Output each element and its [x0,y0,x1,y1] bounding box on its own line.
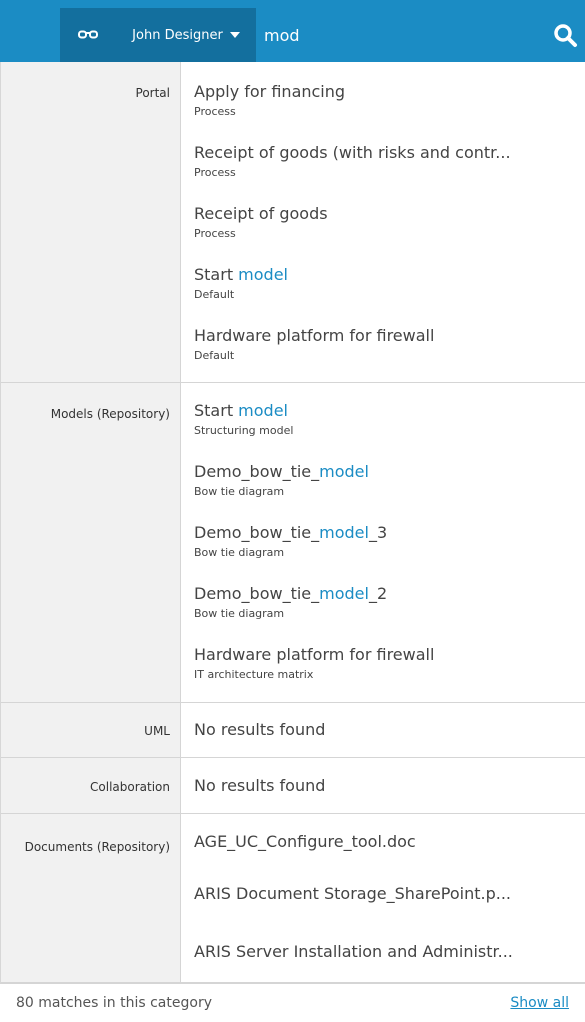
result-type: Process [194,105,236,118]
user-menu-button[interactable]: John Designer [116,8,256,62]
category-label: Documents (Repository) [24,840,170,854]
result-title: Receipt of goods [194,204,328,223]
result-type: Default [194,288,235,301]
result-type: Structuring model [194,424,294,437]
caret-down-icon [229,32,240,38]
show-all-link[interactable]: Show all [510,995,569,1011]
result-item[interactable]: ARIS Server Installation and Administr..… [194,942,579,962]
result-title: Demo_bow_tie_model [194,462,369,481]
view-mode-button[interactable] [60,8,116,62]
category-label: Collaboration [90,780,170,794]
result-item[interactable]: ARIS Document Storage_SharePoint.p... [194,884,579,904]
category-portal: Portal Apply for financing Process Recei… [1,62,585,383]
result-type: Bow tie diagram [194,546,285,559]
result-title: Start model [194,265,288,284]
result-item[interactable]: Hardware platform for firewall Default [194,326,579,363]
result-title: Demo_bow_tie_model_2 [194,584,388,603]
category-results: Apply for financing Process Receipt of g… [180,62,585,382]
glasses-icon [78,30,98,39]
category-results: No results found [180,703,585,757]
results-footer: 80 matches in this category Show all [0,983,585,1022]
result-title: Hardware platform for firewall [194,326,435,345]
category-collaboration: Collaboration No results found [1,758,585,814]
search-input[interactable] [258,8,550,62]
result-title: ARIS Server Installation and Administr..… [194,942,513,961]
result-type: IT architecture matrix [194,668,314,681]
result-item[interactable]: AGE_UC_Configure_tool.doc [194,832,579,852]
result-type: Process [194,166,236,179]
search-header: John Designer [0,0,585,62]
search-results-panel: Portal Apply for financing Process Recei… [0,62,585,1021]
category-label: Models (Repository) [50,407,170,421]
category-results: No results found [180,758,585,813]
match-count: 80 matches in this category [16,995,212,1011]
result-item[interactable]: Start model Default [194,265,579,302]
no-results-message: No results found [194,776,326,795]
result-title: Apply for financing [194,82,346,101]
result-item[interactable]: Demo_bow_tie_model_3 Bow tie diagram [194,523,579,560]
search-icon[interactable] [552,22,578,48]
user-name: John Designer [132,27,223,43]
category-models-repository: Models (Repository) Start model Structur… [1,383,585,703]
result-type: Bow tie diagram [194,607,285,620]
category-results: AGE_UC_Configure_tool.doc ARIS Document … [180,814,585,982]
result-item[interactable]: Apply for financing Process [194,82,579,119]
result-item[interactable]: Hardware platform for firewall IT archit… [194,645,579,682]
category-documents-repository: Documents (Repository) AGE_UC_Configure_… [1,814,585,983]
category-uml: UML No results found [1,703,585,758]
result-item[interactable]: Demo_bow_tie_model Bow tie diagram [194,462,579,499]
category-label: Portal [135,86,170,100]
result-type: Default [194,349,235,362]
category-label: UML [144,724,170,738]
result-title: Start model [194,401,288,420]
result-item[interactable]: Receipt of goods (with risks and contr..… [194,143,579,180]
result-title: Receipt of goods (with risks and contr..… [194,143,511,162]
result-item[interactable]: Start model Structuring model [194,401,579,438]
result-title: ARIS Document Storage_SharePoint.p... [194,884,511,903]
result-title: AGE_UC_Configure_tool.doc [194,832,416,851]
result-item[interactable]: Receipt of goods Process [194,204,579,241]
result-title: Hardware platform for firewall [194,645,435,664]
result-type: Process [194,227,236,240]
result-title: Demo_bow_tie_model_3 [194,523,388,542]
result-item[interactable]: Demo_bow_tie_model_2 Bow tie diagram [194,584,579,621]
category-results: Start model Structuring model Demo_bow_t… [180,383,585,702]
no-results-message: No results found [194,720,326,739]
result-type: Bow tie diagram [194,485,285,498]
